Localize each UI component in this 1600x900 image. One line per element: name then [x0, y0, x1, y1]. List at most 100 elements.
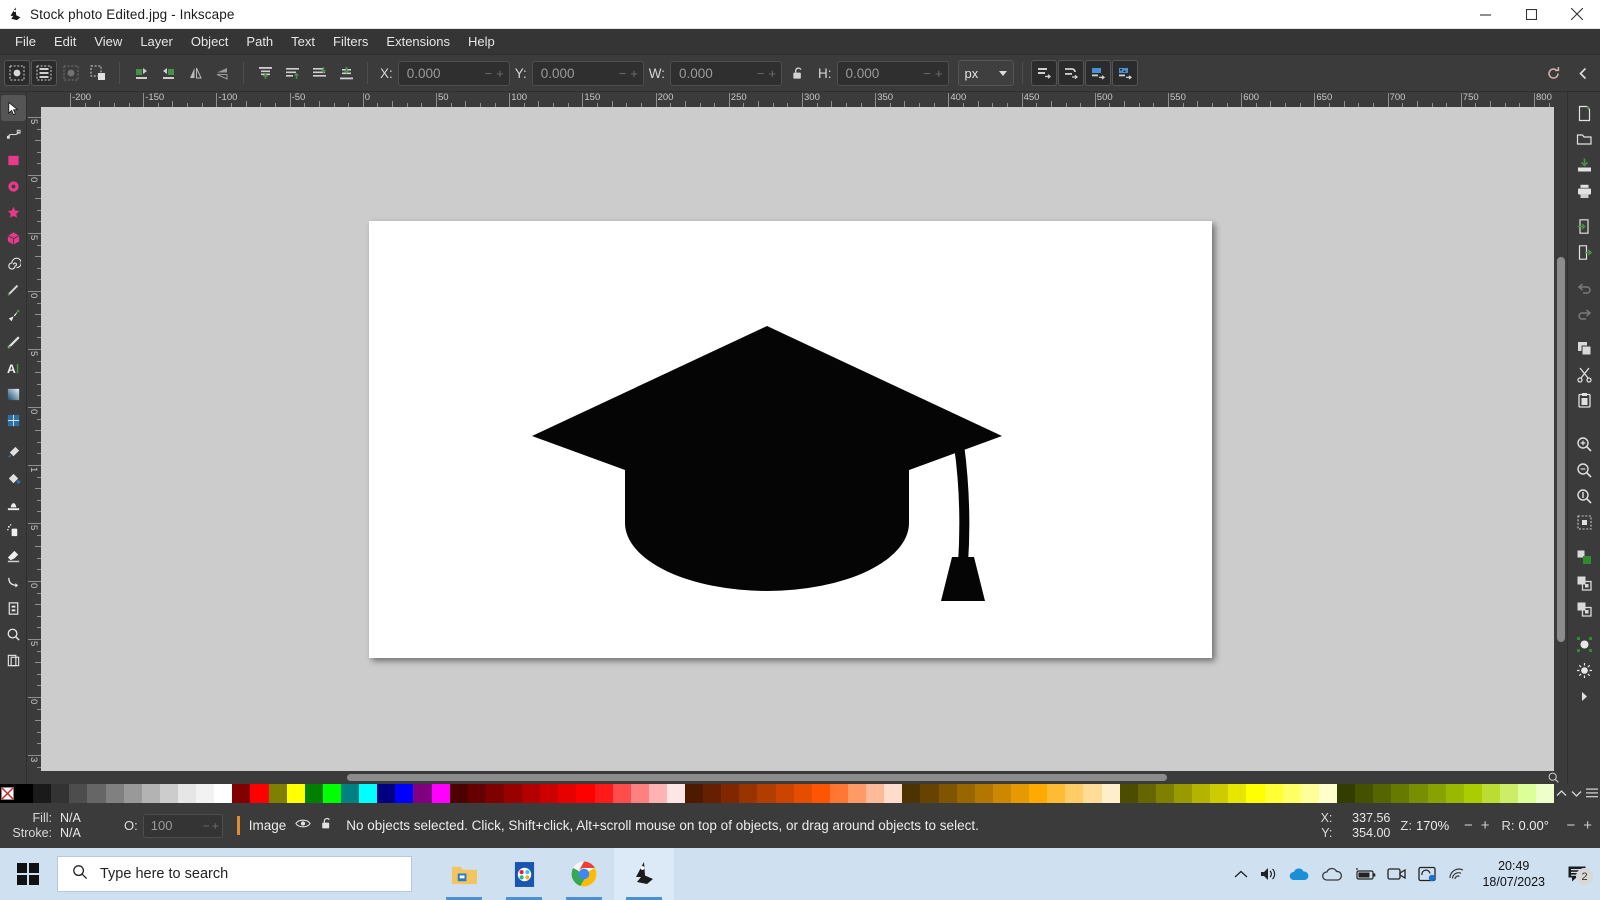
- palette-swatch[interactable]: [413, 784, 431, 803]
- select-same-icon[interactable]: [85, 60, 111, 86]
- palette-swatch[interactable]: [305, 784, 323, 803]
- gradient-tool[interactable]: [1, 381, 26, 407]
- horizontal-ruler[interactable]: -200-150-100-500501001502002503003504004…: [41, 92, 1554, 107]
- rotation-value[interactable]: 0.00°: [1518, 818, 1560, 833]
- palette-swatch[interactable]: [106, 784, 124, 803]
- y-input[interactable]: − +: [532, 61, 644, 86]
- palette-swatch[interactable]: [794, 784, 812, 803]
- copy-icon[interactable]: [1571, 335, 1598, 361]
- google-chrome-icon[interactable]: [554, 848, 614, 900]
- palette-swatch[interactable]: [830, 784, 848, 803]
- palette-swatch[interactable]: [1029, 784, 1047, 803]
- palette-swatch[interactable]: [1156, 784, 1174, 803]
- print-document-icon[interactable]: [1571, 178, 1598, 204]
- palette-swatch[interactable]: [33, 784, 51, 803]
- maximize-button[interactable]: [1508, 0, 1554, 29]
- deselect-icon[interactable]: [58, 60, 84, 86]
- close-button[interactable]: [1554, 0, 1600, 29]
- export-icon[interactable]: [1571, 239, 1598, 265]
- lock-open-icon[interactable]: [320, 816, 334, 836]
- palette-swatch[interactable]: [1337, 784, 1355, 803]
- units-select[interactable]: px: [958, 60, 1014, 86]
- layer-name[interactable]: Image: [249, 818, 287, 833]
- y-increment-icon[interactable]: +: [628, 67, 640, 80]
- backup-sync-icon[interactable]: [1418, 866, 1437, 882]
- x-decrement-icon[interactable]: −: [483, 67, 495, 80]
- opacity-decrement-icon[interactable]: −: [203, 819, 210, 833]
- pages-tool[interactable]: [1, 595, 26, 621]
- selector-tool[interactable]: [1, 95, 26, 121]
- palette-swatch[interactable]: [1482, 784, 1500, 803]
- palette-swatch[interactable]: [812, 784, 830, 803]
- ellipse-tool[interactable]: [1, 173, 26, 199]
- scale-rounded-corners-icon[interactable]: [1058, 60, 1084, 86]
- palette-swatch[interactable]: [613, 784, 631, 803]
- x-input[interactable]: − +: [398, 61, 510, 86]
- menu-help[interactable]: Help: [459, 31, 504, 52]
- palette-swatch[interactable]: [540, 784, 558, 803]
- palette-swatch[interactable]: [558, 784, 576, 803]
- palette-swatch[interactable]: [667, 784, 685, 803]
- rotate-90-cw-icon[interactable]: [155, 60, 181, 86]
- fill-stroke-indicator[interactable]: Fill: N/A Stroke: N/A: [8, 811, 118, 841]
- palette-swatch[interactable]: [703, 784, 721, 803]
- palette-swatch[interactable]: [287, 784, 305, 803]
- eraser-tool[interactable]: [1, 543, 26, 569]
- dropper-tool[interactable]: [1, 439, 26, 465]
- expand-arrow-icon[interactable]: [1571, 683, 1598, 709]
- zoom-out-icon[interactable]: [1571, 457, 1598, 483]
- select-all-in-all-layers-icon[interactable]: [31, 60, 57, 86]
- palette-swatch[interactable]: [1265, 784, 1283, 803]
- palette-swatch[interactable]: [1228, 784, 1246, 803]
- show-hidden-icons-icon[interactable]: [1234, 869, 1248, 880]
- 3d-box-tool[interactable]: [1, 225, 26, 251]
- duplicate-icon[interactable]: [1571, 596, 1598, 622]
- volume-icon[interactable]: [1259, 866, 1277, 882]
- import-icon[interactable]: [1571, 213, 1598, 239]
- flip-vertical-icon[interactable]: [209, 60, 235, 86]
- menu-object[interactable]: Object: [182, 31, 238, 52]
- w-value[interactable]: [679, 66, 755, 81]
- palette-swatch[interactable]: [1210, 784, 1228, 803]
- palette-swatch[interactable]: [884, 784, 902, 803]
- mesh-gradient-tool[interactable]: [1, 407, 26, 433]
- zoom-selection-icon[interactable]: [1571, 509, 1598, 535]
- palette-swatch[interactable]: [323, 784, 341, 803]
- palette-swatch[interactable]: [721, 784, 739, 803]
- palette-swatch[interactable]: [377, 784, 395, 803]
- palette-swatch[interactable]: [1373, 784, 1391, 803]
- palette-swatch[interactable]: [1464, 784, 1482, 803]
- palette-swatch[interactable]: [848, 784, 866, 803]
- reset-icon[interactable]: [1540, 60, 1566, 86]
- unlink-clone-icon[interactable]: [1571, 657, 1598, 683]
- connector-tool[interactable]: [1, 569, 26, 595]
- palette-swatch[interactable]: [1518, 784, 1536, 803]
- paint-bucket-tool[interactable]: [1, 465, 26, 491]
- palette-swatch[interactable]: [631, 784, 649, 803]
- lower-to-bottom-icon[interactable]: [333, 60, 359, 86]
- palette-swatch[interactable]: [250, 784, 268, 803]
- palette-swatch[interactable]: [739, 784, 757, 803]
- zoom-in-icon[interactable]: [1571, 431, 1598, 457]
- palette-swatch[interactable]: [395, 784, 413, 803]
- cut-icon[interactable]: [1571, 361, 1598, 387]
- rectangle-tool[interactable]: [1, 147, 26, 173]
- palette-swatch[interactable]: [1536, 784, 1554, 803]
- palette-swatch[interactable]: [504, 784, 522, 803]
- ungroup-icon[interactable]: [1571, 570, 1598, 596]
- palette-swatch[interactable]: [1138, 784, 1156, 803]
- palette-swatch[interactable]: [1355, 784, 1373, 803]
- palette-swatch[interactable]: [1283, 784, 1301, 803]
- collapse-panel-icon[interactable]: [1570, 60, 1596, 86]
- node-editor-tool[interactable]: [1, 121, 26, 147]
- zoom-increment-icon[interactable]: +: [1479, 817, 1492, 834]
- palette-swatch[interactable]: [595, 784, 613, 803]
- h-input[interactable]: − +: [837, 61, 949, 86]
- file-explorer-icon[interactable]: [434, 848, 494, 900]
- palette-swatch[interactable]: [1409, 784, 1427, 803]
- palette-scroll-up-icon[interactable]: [1556, 785, 1567, 803]
- slack-icon[interactable]: [494, 848, 554, 900]
- raise-to-top-icon[interactable]: [252, 60, 278, 86]
- graduation-cap-silhouette[interactable]: [524, 326, 1004, 601]
- palette-swatch[interactable]: [232, 784, 250, 803]
